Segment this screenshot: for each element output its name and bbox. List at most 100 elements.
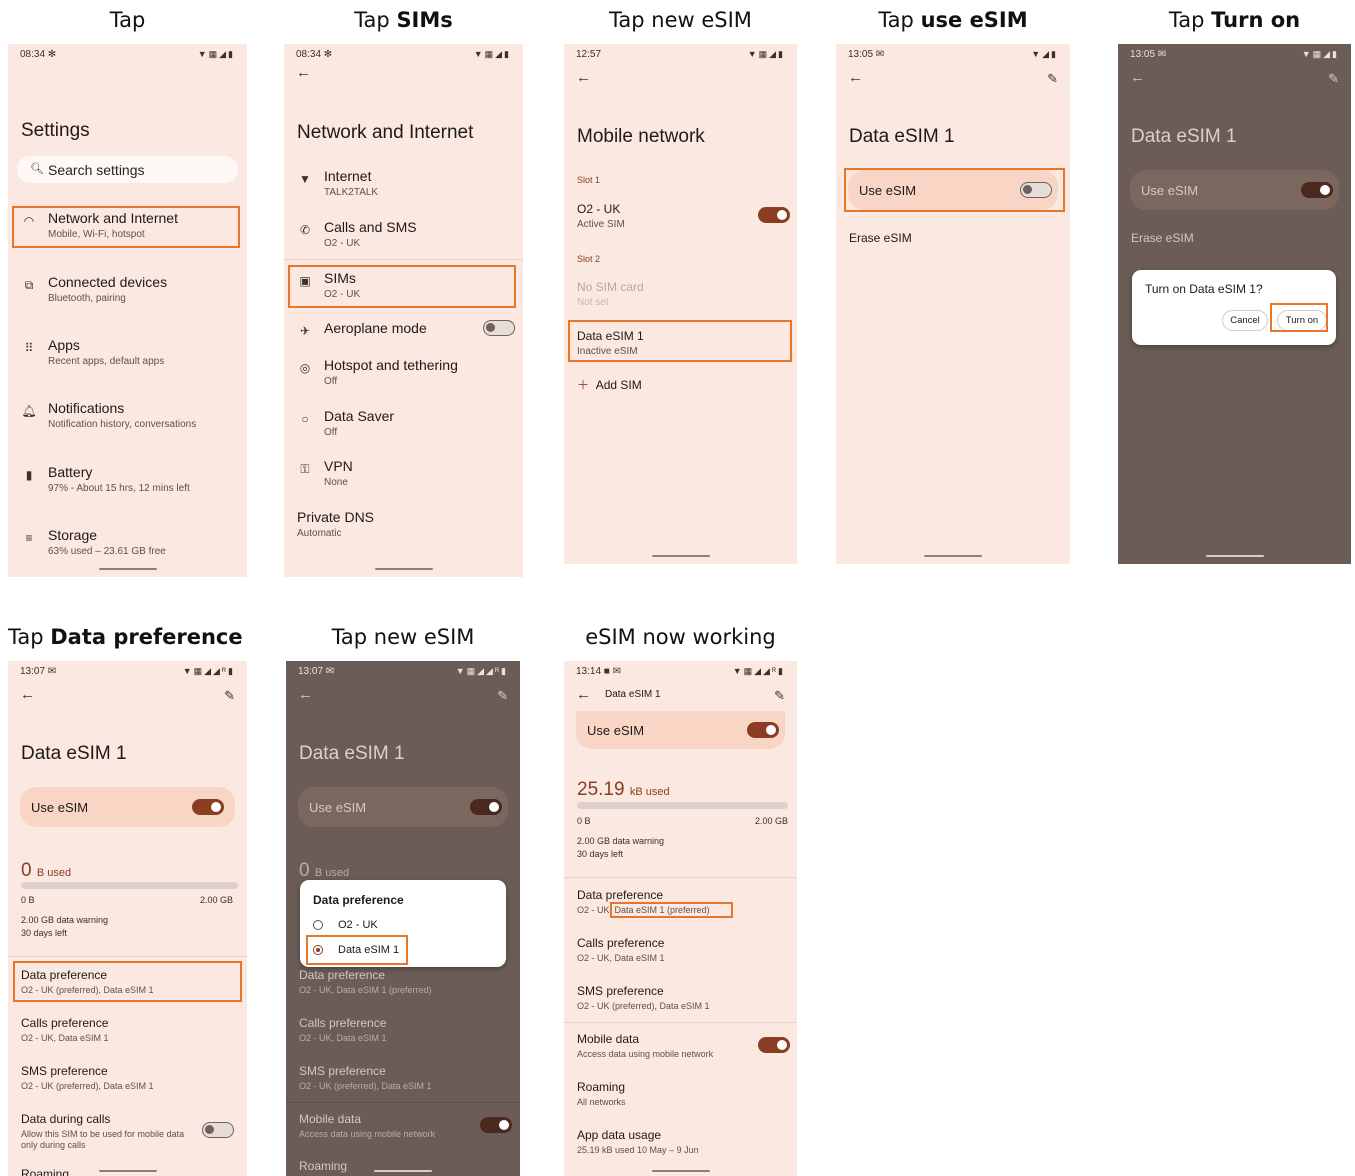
network-item-calls-sms[interactable]: ✆ Calls and SMS O2 - UK <box>297 219 513 249</box>
sim-no-card: No SIM card Not set <box>577 280 644 308</box>
nav-handle[interactable] <box>98 568 157 570</box>
screen-esim-on: 13:07 ✉ ▼▦◢◢ᴿ▮ ← ✎ Data eSIM 1 Use eSIM 0… <box>8 661 247 1176</box>
search-input[interactable]: 🔍︎ Search settings <box>17 156 238 183</box>
sms-preference[interactable]: SMS preference O2 - UK (preferred), Data … <box>21 1064 237 1091</box>
network-item-hotspot[interactable]: ◎ Hotspot and tethering Off <box>297 357 513 387</box>
highlight-preferred-esim <box>610 902 733 918</box>
radio-o2-uk[interactable] <box>313 920 323 930</box>
nav-handle[interactable] <box>374 568 433 570</box>
phone-icon: ✆ <box>299 223 311 237</box>
bell-icon: 🔔︎ <box>21 404 37 418</box>
sim-o2-uk[interactable]: O2 - UK Active SIM <box>577 202 787 230</box>
settings-item-connected-devices[interactable]: ⧉ Connected devices Bluetooth, pairing <box>21 274 237 304</box>
caption-step-6: Tap Data preference <box>8 625 243 649</box>
caption-step-5: Tap Turn on <box>1168 8 1301 32</box>
network-item-private-dns[interactable]: Private DNS Automatic <box>297 509 513 539</box>
data-saver-icon: ○ <box>301 412 309 426</box>
status-bar: 13:05 ✉ ▼◢▮ <box>848 49 1058 60</box>
use-esim-toggle[interactable] <box>192 799 224 815</box>
erase-esim[interactable]: Erase eSIM <box>849 231 1060 245</box>
settings-item-storage[interactable]: ≡ Storage 63% used – 23.61 GB free <box>21 527 237 557</box>
use-esim-toggle[interactable] <box>747 722 779 738</box>
data-during-calls[interactable]: Data during calls Allow this SIM to be us… <box>21 1112 187 1151</box>
screen-network-internet: 08:34 ✻ ▼▦◢▮ ← Network and Internet ▼ Inte… <box>284 44 523 577</box>
sms-preference: SMS preference O2 - UK (preferred), Data … <box>299 1064 432 1091</box>
caption-step-8: eSIM now working <box>585 625 776 649</box>
back-arrow-icon: ← <box>298 686 313 703</box>
highlight-data-esim-option <box>306 935 408 965</box>
nav-handle[interactable] <box>651 555 710 557</box>
back-arrow-icon: ← <box>1130 69 1145 86</box>
section-slot-2: Slot 2 <box>577 254 601 264</box>
highlight-use-esim <box>844 168 1065 212</box>
usage-min-label: 0 B <box>577 816 591 826</box>
nav-handle[interactable] <box>98 1170 157 1172</box>
data-preference: Data preference O2 - UK, Data eSIM 1 (pre… <box>299 968 432 995</box>
highlight-network <box>12 206 240 248</box>
screen-data-preference-dialog: 13:07 ✉ ▼▦◢◢ᴿ▮ ← ✎ Data eSIM 1 Use eSIM 0… <box>286 661 520 1176</box>
highlight-turn-on <box>1270 303 1328 332</box>
header-title: Data eSIM 1 <box>605 689 661 700</box>
page-title: Network and Internet <box>297 122 474 143</box>
add-sim-button[interactable]: ＋ Add SIM <box>577 376 787 393</box>
roaming[interactable]: Roaming All networks <box>577 1080 787 1107</box>
caption-step-2: Tap SIMs <box>354 8 453 32</box>
nav-handle[interactable] <box>374 1170 432 1172</box>
usage-amount: 0 B used <box>21 860 72 881</box>
settings-item-notifications[interactable]: 🔔︎ Notifications Notification history, con… <box>21 400 237 430</box>
back-arrow-icon[interactable]: ← <box>20 686 35 703</box>
app-data-usage[interactable]: App data usage 25.19 kB used 10 May – 9 J… <box>577 1128 787 1155</box>
page-title: Data eSIM 1 <box>299 743 405 764</box>
sms-preference[interactable]: SMS preference O2 - UK (preferred), Data … <box>577 984 787 1011</box>
status-bar: 13:05 ✉ ▼▦◢▮ <box>1130 49 1339 60</box>
back-arrow-icon[interactable]: ← <box>296 64 311 81</box>
network-item-vpn[interactable]: ⚿ VPN None <box>297 458 513 488</box>
screen-turn-on-dialog: 13:05 ✉ ▼▦◢▮ ← ✎ Data eSIM 1 Use eSIM Era… <box>1118 44 1351 564</box>
key-icon: ⚿ <box>300 462 310 476</box>
pencil-icon[interactable]: ✎ <box>774 688 785 704</box>
storage-icon: ≡ <box>25 531 33 545</box>
sim-o2-toggle[interactable] <box>758 207 790 223</box>
use-esim-toggle <box>1301 182 1333 198</box>
usage-bar <box>577 802 788 809</box>
divider <box>284 259 523 260</box>
mobile-data-toggle[interactable] <box>758 1037 790 1053</box>
mobile-data[interactable]: Mobile data Access data using mobile netw… <box>577 1032 787 1059</box>
network-item-internet[interactable]: ▼ Internet TALK2TALK <box>297 168 513 198</box>
aeroplane-icon: ✈ <box>299 324 311 338</box>
divider <box>8 956 247 957</box>
network-item-data-saver[interactable]: ○ Data Saver Off <box>297 408 513 438</box>
highlight-sims <box>288 265 516 308</box>
back-arrow-icon[interactable]: ← <box>576 686 591 703</box>
calls-preference[interactable]: Calls preference O2 - UK, Data eSIM 1 <box>21 1016 237 1043</box>
calls-preference[interactable]: Calls preference O2 - UK, Data eSIM 1 <box>577 936 787 963</box>
back-arrow-icon[interactable]: ← <box>848 69 863 86</box>
cancel-button[interactable]: Cancel <box>1222 310 1268 331</box>
network-item-aeroplane[interactable]: ✈ Aeroplane mode <box>297 320 513 338</box>
divider <box>286 1102 520 1103</box>
pencil-icon: ✎ <box>497 688 508 703</box>
settings-item-battery[interactable]: ▮ Battery 97% - About 15 hrs, 12 mins left <box>21 464 237 494</box>
highlight-esim <box>568 320 792 362</box>
days-left: 30 days left <box>577 849 624 859</box>
pencil-icon[interactable]: ✎ <box>1047 71 1058 87</box>
nav-handle[interactable] <box>1205 555 1264 557</box>
aeroplane-toggle[interactable] <box>483 320 515 336</box>
calls-preference: Calls preference O2 - UK, Data eSIM 1 <box>299 1016 387 1043</box>
nav-handle[interactable] <box>651 1170 710 1172</box>
nav-handle[interactable] <box>924 555 982 557</box>
pencil-icon[interactable]: ✎ <box>224 688 235 704</box>
data-warning: 2.00 GB data warning <box>21 915 109 925</box>
days-left: 30 days left <box>21 928 68 938</box>
status-bar: 13:07 ✉ ▼▦◢◢ᴿ▮ <box>298 666 508 677</box>
mobile-data-toggle <box>480 1117 512 1133</box>
search-icon: 🔍︎ <box>30 163 44 175</box>
pencil-icon: ✎ <box>1328 71 1339 86</box>
back-arrow-icon[interactable]: ← <box>576 69 591 86</box>
usage-max-label: 2.00 GB <box>754 816 788 826</box>
divider <box>564 877 797 878</box>
use-esim-toggle <box>470 799 502 815</box>
settings-item-apps[interactable]: ⠿ Apps Recent apps, default apps <box>21 337 237 367</box>
option-o2-uk[interactable]: O2 - UK <box>338 919 378 931</box>
data-during-calls-toggle[interactable] <box>202 1122 234 1138</box>
